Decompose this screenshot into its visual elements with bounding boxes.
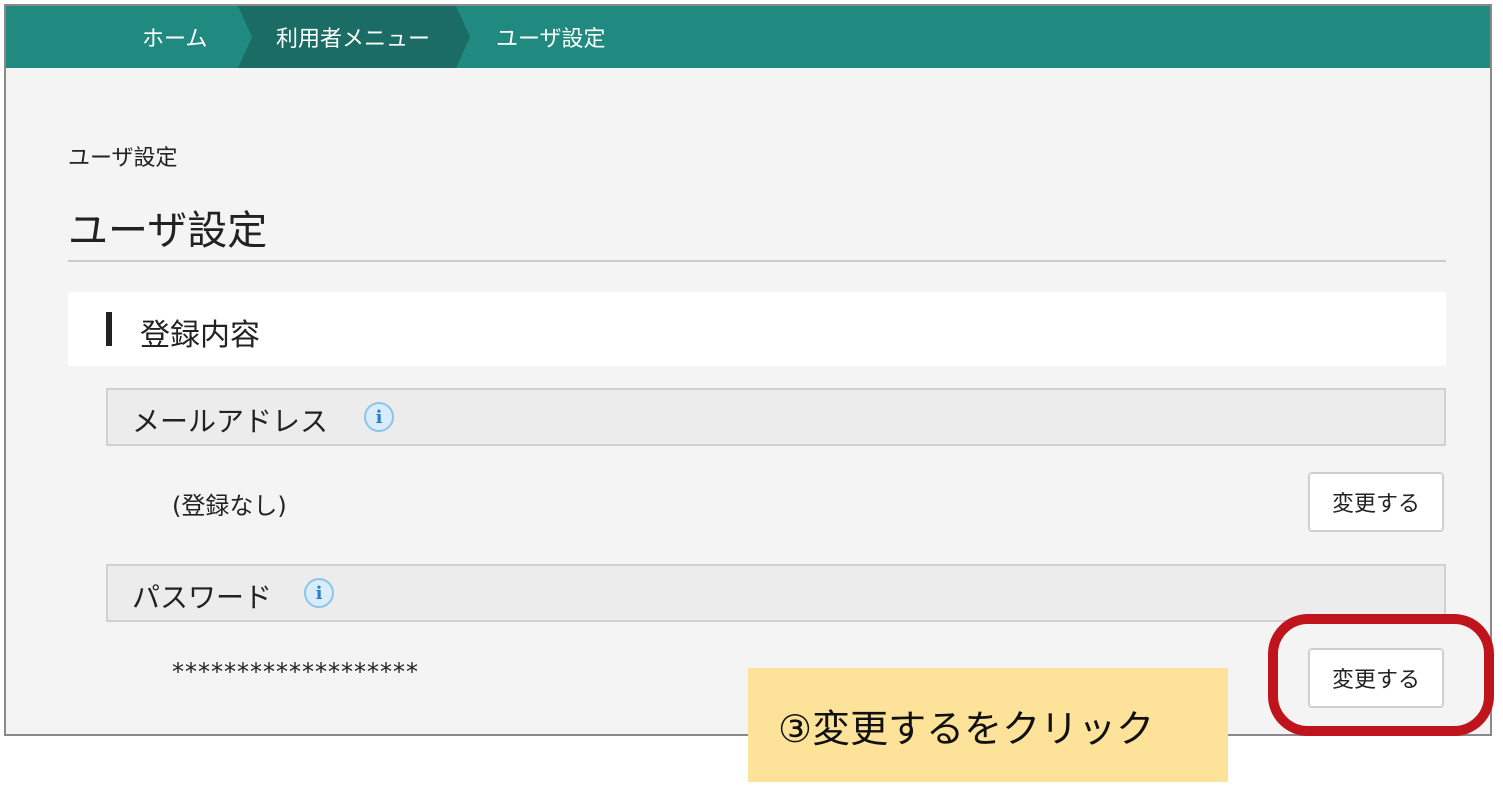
email-field-header: メールアドレス i [106, 388, 1446, 446]
page-title: ユーザ設定 [68, 208, 268, 254]
title-divider [68, 260, 1446, 262]
section-header: 登録内容 [68, 292, 1446, 366]
password-field-header: パスワード i [106, 564, 1446, 622]
section-title: 登録内容 [140, 318, 260, 353]
breadcrumb-current: ユーザ設定 [496, 27, 606, 52]
email-label: メールアドレス [132, 405, 329, 438]
info-icon[interactable]: i [304, 578, 334, 608]
section-bar-icon [106, 312, 112, 346]
instruction-callout: ③変更するをクリック [748, 668, 1228, 782]
password-label: パスワード [132, 581, 273, 614]
change-password-button[interactable]: 変更する [1308, 648, 1444, 708]
page-subtitle: ユーザ設定 [68, 146, 178, 171]
info-icon[interactable]: i [364, 402, 394, 432]
breadcrumb-home-link[interactable]: ホーム [142, 6, 207, 68]
breadcrumb-user-menu-link[interactable]: 利用者メニュー [276, 6, 430, 68]
email-value: (登録なし) [172, 492, 287, 520]
breadcrumb: ホーム 利用者メニュー ユーザ設定 [6, 6, 1490, 68]
app-window: ホーム 利用者メニュー ユーザ設定 ユーザ設定 ユーザ設定 登録内容 メールアド… [4, 4, 1492, 736]
change-email-button[interactable]: 変更する [1308, 472, 1444, 532]
callout-text: ③変更するをクリック [778, 706, 1155, 751]
password-value: ******************* [172, 658, 419, 686]
